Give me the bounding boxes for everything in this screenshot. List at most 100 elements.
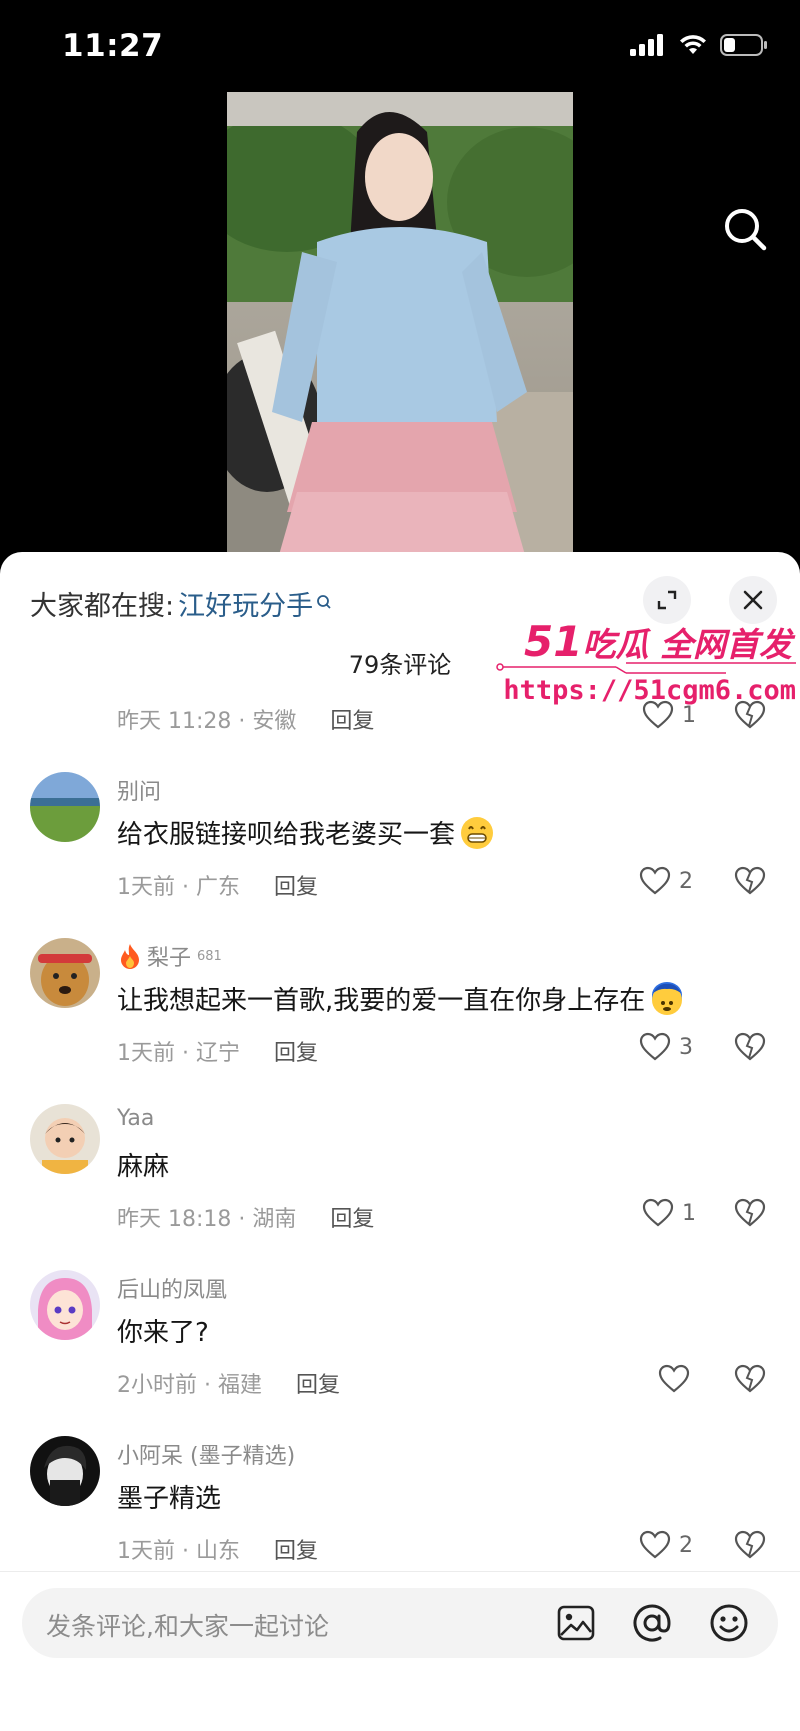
reply-button[interactable]: 回复 [274,1035,318,1067]
close-icon [743,590,763,610]
heart-icon [642,1198,674,1227]
comment-input-bar: 发条评论,和大家一起讨论 [0,1571,800,1731]
comment-item: 小阿呆 (墨子精选) 墨子精选 1天前 · 山东 回复 2 [0,1416,800,1571]
watermark-number: 51 [524,617,583,666]
dislike-icon [734,866,766,895]
heart-icon [639,1032,671,1061]
suggestion-term-link[interactable]: 江好玩分手 [178,584,313,623]
comment-text-row: 给衣服链接呗给我老婆买一套 [117,814,495,851]
dislike-button[interactable] [734,1530,766,1564]
mention-button[interactable] [630,1601,674,1645]
comment-meta: 1天前 · 山东 回复 [117,1533,318,1565]
like-count: 2 [679,1532,693,1558]
avatar-image [30,1436,100,1506]
comment-item: Yaa 麻麻 昨天 18:18 · 湖南 回复 1 [0,1084,800,1250]
like-count: 2 [679,868,693,894]
comment-text: 让我想起来一首歌,我要的爱一直在你身上存在 [117,986,646,1016]
username[interactable]: 小阿呆 (墨子精选) [117,1438,295,1470]
like-button[interactable]: 3 [639,1032,693,1062]
comment-text-row: 让我想起来一首歌,我要的爱一直在你身上存在 [117,980,685,1017]
username[interactable]: 梨子 [147,940,191,972]
video-frame[interactable] [227,92,573,562]
watermark-text: 吃瓜 全网首发 [582,625,793,664]
comment-meta: 1天前 · 广东 回复 [117,869,318,901]
emoji-button[interactable] [707,1601,751,1645]
comment-meta: 2小时前 · 福建 回复 [117,1367,340,1399]
dislike-icon [734,1530,766,1559]
dislike-button[interactable] [734,1032,766,1066]
comment-username[interactable]: 小阿呆 (墨子精选) [117,1438,295,1470]
dislike-button[interactable] [734,1364,766,1398]
comment-username[interactable]: Yaa [117,1106,154,1131]
comment-text: 你来了? [117,1318,209,1348]
status-icons [630,34,768,56]
search-icon [725,209,767,251]
suggestion-prefix: 大家都在搜: [30,591,175,622]
watermark-url: https://51cgm6.com [503,675,796,706]
avatar[interactable] [30,1436,100,1506]
wifi-icon [680,35,706,54]
dislike-icon [734,1198,766,1227]
small-search-icon [317,594,331,609]
comment-text-row: 你来了? [117,1312,209,1349]
avatar-image [30,938,100,1008]
signal-icon [630,34,663,56]
video-thumbnail [227,92,573,562]
like-count: 3 [679,1034,693,1060]
emoji-icon [710,1604,748,1642]
avatar-image [30,772,100,842]
comment-item: 梨子 681 让我想起来一首歌,我要的爱一直在你身上存在 1天前 · 辽宁 回复 [0,918,800,1084]
avatar[interactable] [30,1270,100,1340]
comment-time-location: 2小时前 · 福建 [117,1373,262,1398]
comment-time-location: 昨天 18:18 · 湖南 [117,1207,297,1232]
comment-item: 别问 给衣服链接呗给我老婆买一套 1天前 · 广东 回复 2 [0,752,800,918]
status-time: 11:27 [62,28,164,64]
comment-input[interactable]: 发条评论,和大家一起讨论 [22,1588,778,1658]
battery-icon [720,34,767,56]
search-suggestion: 大家都在搜: 江好玩分手 [30,584,332,623]
comment-username[interactable]: 梨子 681 [117,940,222,972]
comment-text: 墨子精选 [117,1484,222,1514]
avatar[interactable] [30,1104,100,1174]
status-bar: 11:27 [0,0,800,96]
watermark-title: 51吃瓜 全网首发 [524,617,792,666]
like-button[interactable]: 2 [639,866,693,896]
image-icon [557,1605,595,1641]
comment-username[interactable]: 后山的凤凰 [117,1272,227,1304]
username[interactable]: 别问 [117,774,161,806]
username[interactable]: 后山的凤凰 [117,1272,227,1304]
avatar[interactable] [30,938,100,1008]
dislike-button[interactable] [734,1198,766,1232]
comment-meta: 昨天 11:28 · 安徽 回复 [117,703,374,735]
reply-button[interactable]: 回复 [330,1201,374,1233]
comment-meta: 昨天 18:18 · 湖南 回复 [117,1201,374,1233]
comment-list[interactable]: 昨天 11:28 · 安徽 回复 1 别问 给衣服链接呗给我老婆买一套 1天前 … [0,674,800,1571]
heart-icon [639,866,671,895]
avatar-image [30,1104,100,1174]
reply-button[interactable]: 回复 [274,869,318,901]
heart-icon [658,1364,690,1393]
comment-time-location: 1天前 · 辽宁 [117,1041,240,1066]
reply-button[interactable]: 回复 [274,1533,318,1565]
comment-time-location: 1天前 · 山东 [117,1539,240,1564]
grin-emoji-icon [461,816,494,849]
search-button[interactable] [718,202,774,258]
image-button[interactable] [554,1601,598,1645]
video-player[interactable] [0,92,800,562]
at-icon [633,1604,671,1642]
cold-face-emoji-icon [652,981,683,1015]
avatar-image [30,1270,100,1340]
fire-icon [121,944,139,969]
like-button[interactable]: 1 [642,1198,696,1228]
comment-username[interactable]: 别问 [117,774,161,806]
reply-button[interactable]: 回复 [330,703,374,735]
like-button[interactable] [658,1364,698,1394]
like-button[interactable]: 2 [639,1530,693,1560]
dislike-button[interactable] [734,866,766,900]
comment-time-location: 1天前 · 广东 [117,875,240,900]
comment-item: 后山的凤凰 你来了? 2小时前 · 福建 回复 [0,1250,800,1416]
avatar[interactable] [30,772,100,842]
watermark: 51吃瓜 全网首发 https://51cgm6.com [496,617,800,712]
username[interactable]: Yaa [117,1106,154,1131]
reply-button[interactable]: 回复 [296,1367,340,1399]
